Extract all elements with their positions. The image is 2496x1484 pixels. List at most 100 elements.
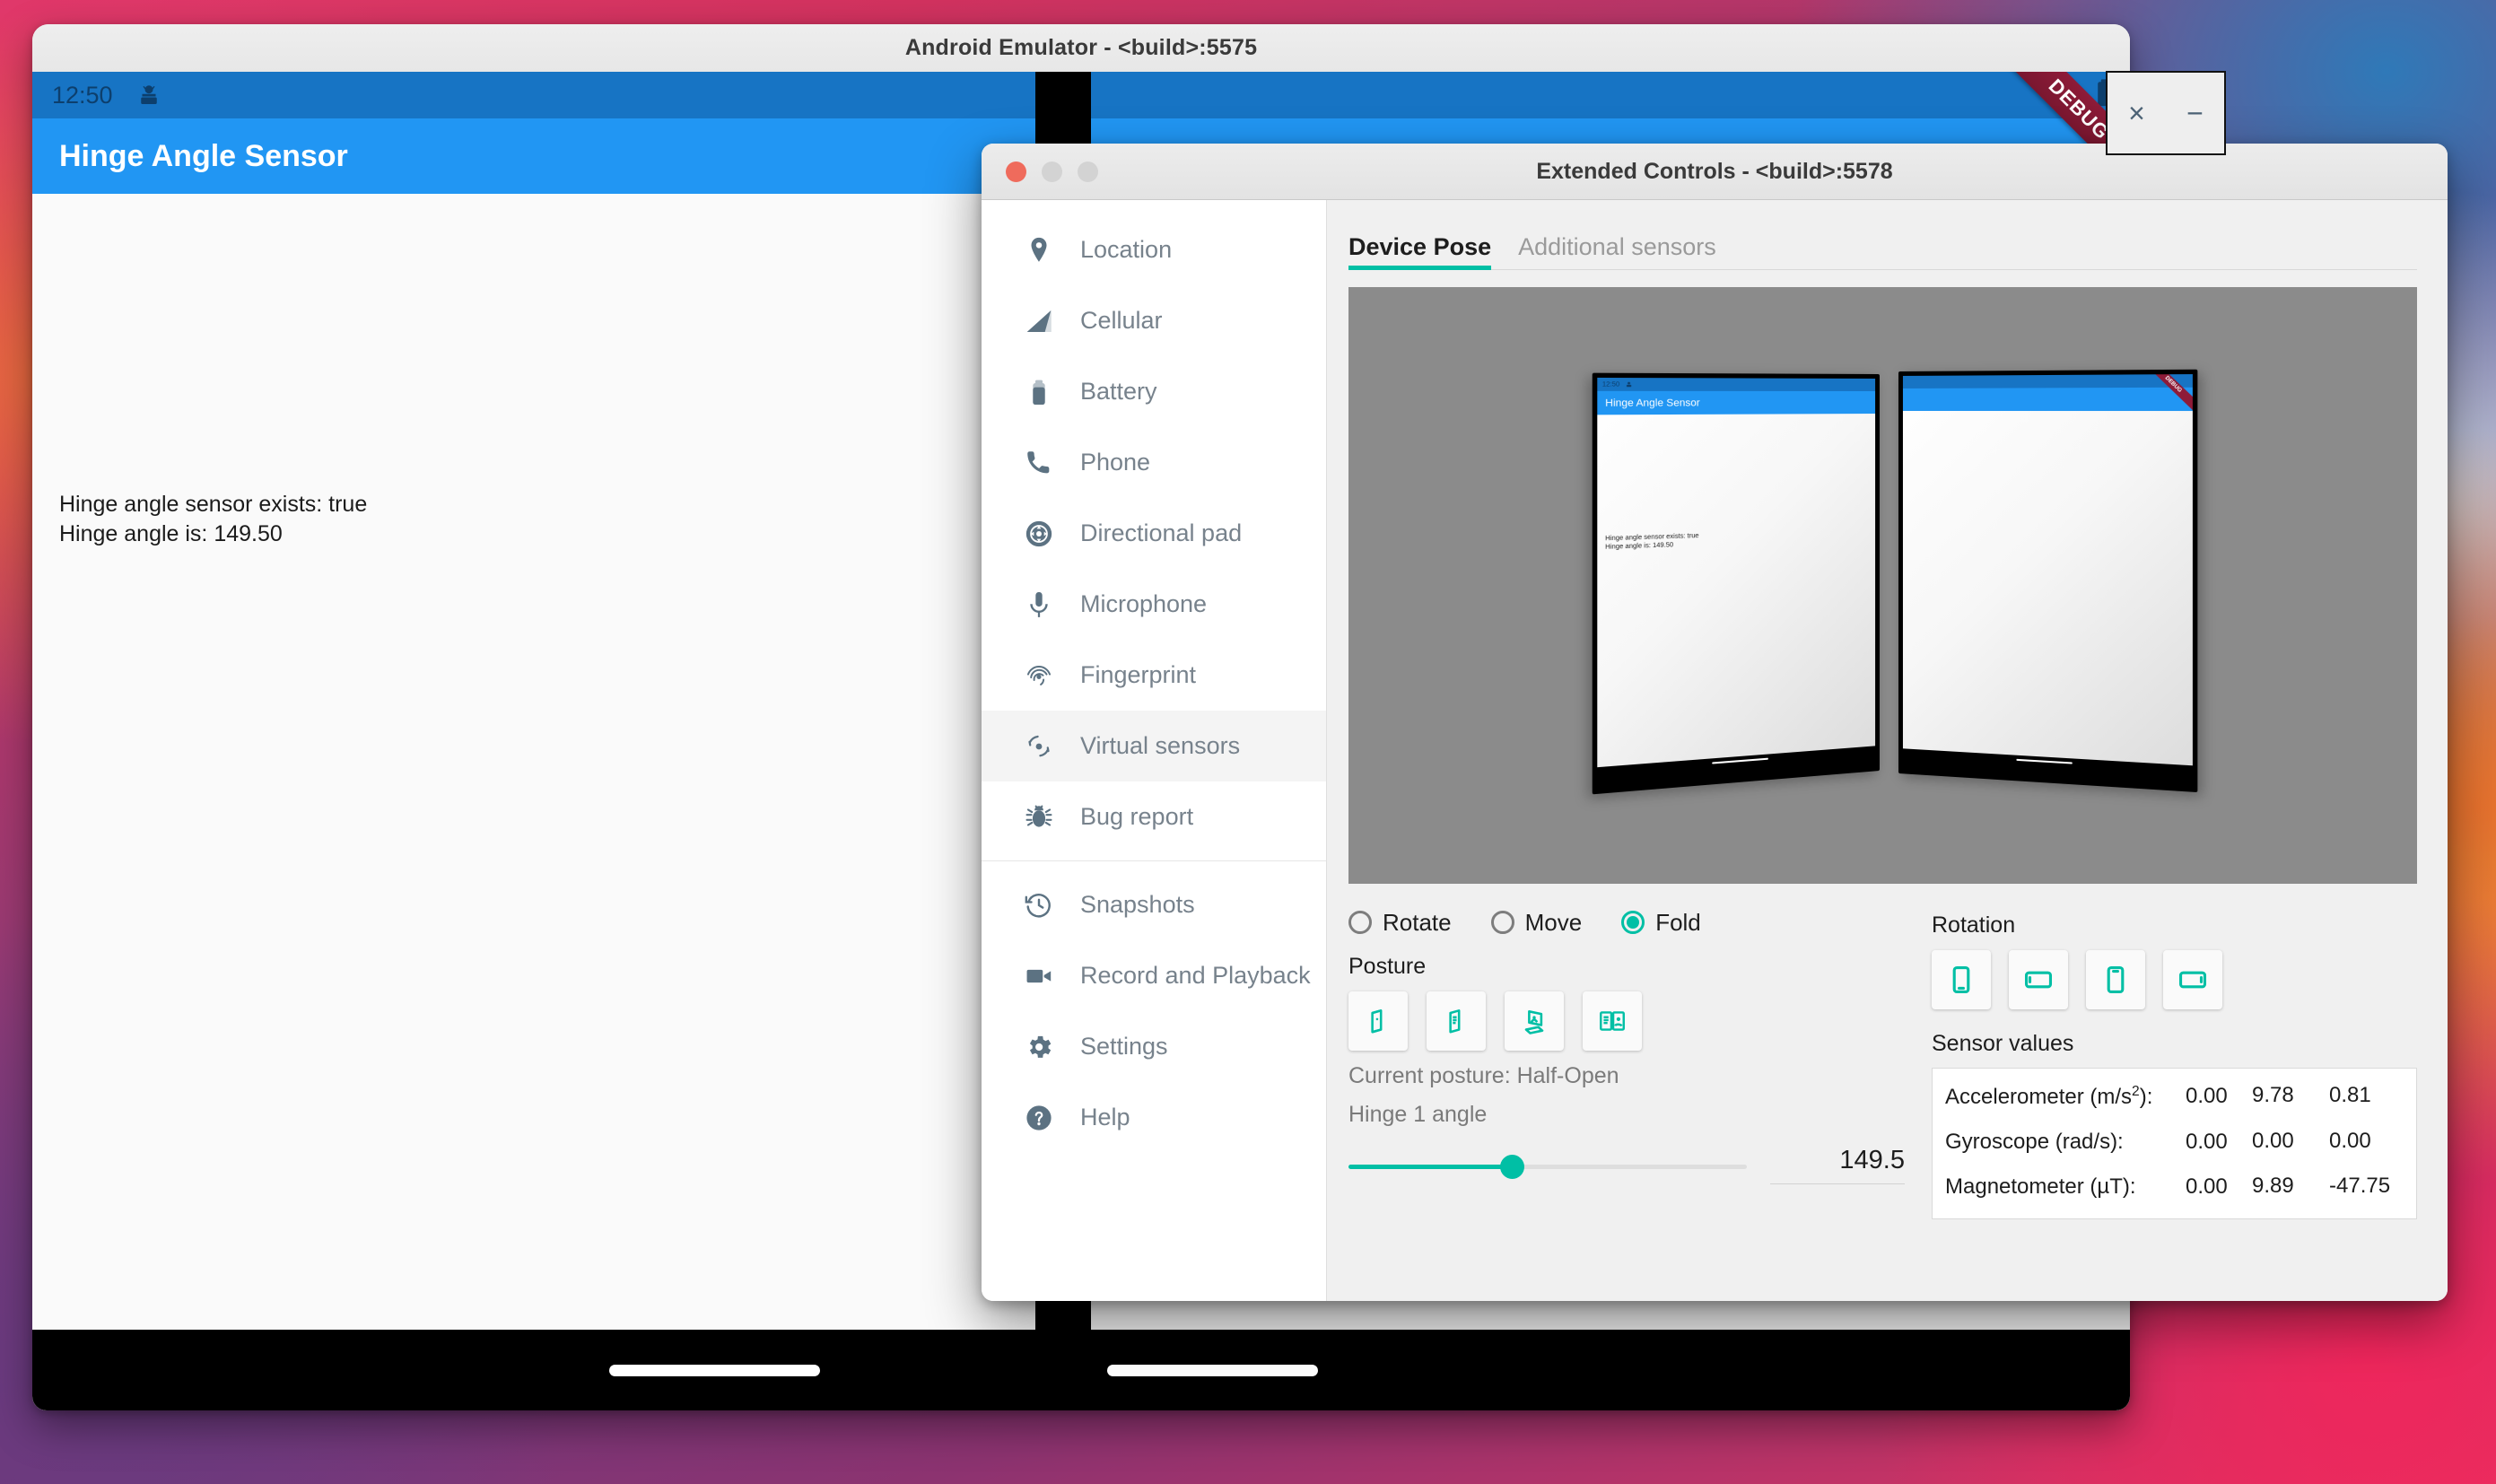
emulator-left-nav-bar[interactable]: [32, 1330, 1035, 1410]
preview-readout: Hinge angle sensor exists: true Hinge an…: [1605, 532, 1698, 553]
rotation-portrait-upside-button[interactable]: [2086, 950, 2145, 1009]
rotation-landscape-right-icon: [2177, 965, 2208, 995]
hinge-angle-control: 149.5: [1348, 1146, 1905, 1184]
slider-thumb[interactable]: [1500, 1155, 1525, 1179]
posture-flipped-icon: [1441, 1006, 1471, 1036]
posture-flipped-button[interactable]: [1427, 991, 1486, 1051]
traffic-light-buttons: [1006, 161, 1098, 182]
virtual-sensors-icon: [1021, 729, 1057, 764]
rotation-and-sensors-column: Rotation Sensor values Accelerometer (m/…: [1905, 902, 2417, 1219]
posture-open-button[interactable]: [1583, 991, 1642, 1051]
sidebar-item-settings[interactable]: Settings: [982, 1011, 1326, 1082]
sidebar-item-label: Bug report: [1080, 803, 1194, 830]
sidebar-item-location[interactable]: Location: [982, 214, 1326, 285]
sidebar-item-virtual-sensors[interactable]: Virtual sensors: [982, 711, 1326, 781]
rotation-portrait-button[interactable]: [1932, 950, 1991, 1009]
radio-rotate-circle: [1348, 911, 1372, 934]
sidebar-item-directional-pad[interactable]: Directional pad: [982, 498, 1326, 569]
minimize-window-button[interactable]: [1042, 161, 1062, 182]
extended-controls-window: Extended Controls - <build>:5578 Locatio…: [982, 144, 2448, 1301]
sensor-z-value: 0.00: [2329, 1129, 2371, 1153]
extended-controls-title: Extended Controls - <build>:5578: [1536, 158, 1893, 184]
radio-move-circle: [1490, 911, 1514, 934]
sidebar-item-record-and-playback[interactable]: Record and Playback: [982, 940, 1326, 1011]
bug-icon: [1021, 799, 1057, 835]
sidebar-item-label: Directional pad: [1080, 519, 1243, 546]
posture-open-icon: [1597, 1006, 1628, 1036]
close-icon[interactable]: ×: [2128, 99, 2145, 127]
sidebar-item-help[interactable]: Help: [982, 1082, 1326, 1153]
tab-bar: Device Pose Additional sensors: [1348, 220, 2417, 270]
tab-divider: [1348, 269, 2417, 270]
rotation-tile-row: [1932, 950, 2417, 1009]
radio-rotate[interactable]: Rotate: [1348, 909, 1452, 937]
folded-device-left-half: 12:50 Hinge Angle Sensor Hinge angle sen…: [1592, 372, 1880, 795]
sidebar-item-label: Cellular: [1080, 307, 1163, 334]
preview-line-2: Hinge angle is: 149.50: [1605, 542, 1674, 552]
table-row: Gyroscope (rad/s): 0.00 0.00 0.00: [1945, 1129, 2407, 1156]
nav-gesture-pill[interactable]: [609, 1364, 820, 1376]
sensor-values-table: Accelerometer (m/s2): 0.00 9.78 0.81 Gyr…: [1932, 1068, 2417, 1219]
minimize-icon[interactable]: −: [2186, 99, 2204, 127]
sensor-name: Accelerometer (m/s2):: [1945, 1084, 2153, 1109]
emulator-left-screen[interactable]: 12:50 Hinge Angle Sensor Hinge angle sen…: [32, 72, 1035, 1410]
sensor-name: Gyroscope (rad/s):: [1945, 1130, 2124, 1154]
radio-fold-circle: [1621, 911, 1645, 934]
sidebar-item-snapshots[interactable]: Snapshots: [982, 869, 1326, 940]
rotation-portrait-upside-icon: [2100, 965, 2131, 995]
radio-rotate-label: Rotate: [1383, 908, 1452, 936]
emulator-right-status-bar: [1091, 72, 2130, 118]
rotation-landscape-right-button[interactable]: [2163, 950, 2222, 1009]
sidebar-item-fingerprint[interactable]: Fingerprint: [982, 640, 1326, 711]
posture-closed-button[interactable]: [1348, 991, 1408, 1051]
hinge-angle-line: Hinge angle is: 149.50: [59, 520, 283, 546]
nav-gesture-pill-right[interactable]: [1107, 1364, 1318, 1376]
rotation-section-label: Rotation: [1932, 912, 2016, 938]
posture-tent-button[interactable]: [1505, 991, 1564, 1051]
posture-tile-row: [1348, 991, 1905, 1051]
sensor-x-value: 0.00: [2186, 1174, 2228, 1199]
sensor-z-value: 0.81: [2329, 1083, 2371, 1107]
preview-status-bar: 12:50: [1597, 377, 1876, 391]
tab-device-pose[interactable]: Device Pose: [1348, 233, 1492, 270]
current-posture-text: Current posture: Half-Open: [1348, 1063, 1619, 1088]
tab-additional-sensors[interactable]: Additional sensors: [1518, 233, 1716, 270]
microphone-icon: [1021, 587, 1057, 623]
radio-fold[interactable]: Fold: [1621, 909, 1701, 937]
question-mark-icon: [1021, 1100, 1057, 1136]
zoom-window-button[interactable]: [1078, 161, 1098, 182]
preview-right-app-bar: [1902, 387, 2193, 412]
slider-fill: [1348, 1165, 1513, 1169]
sidebar-item-label: Battery: [1080, 378, 1157, 405]
preview-clock: 12:50: [1601, 380, 1620, 388]
radio-move[interactable]: Move: [1490, 908, 1583, 937]
radio-move-label: Move: [1524, 908, 1583, 936]
preview-left-screen: 12:50 Hinge Angle Sensor Hinge angle sen…: [1597, 377, 1876, 777]
sensor-x-value: 0.00: [2186, 1130, 2228, 1154]
sidebar-item-microphone[interactable]: Microphone: [982, 569, 1326, 640]
sidebar-item-label: Record and Playback: [1080, 962, 1311, 989]
sidebar-item-label: Settings: [1080, 1033, 1168, 1060]
sensor-y-value: 9.89: [2252, 1174, 2294, 1198]
extended-controls-title-bar[interactable]: Extended Controls - <build>:5578: [982, 144, 2448, 200]
pose-controls: Rotate Move Fold Posture Current posture…: [1348, 902, 2417, 1219]
emulator-title-bar[interactable]: Android Emulator - <build>:5575: [32, 24, 2130, 73]
hinge-angle-slider[interactable]: [1348, 1148, 1747, 1184]
emulator-right-nav-bar[interactable]: [1091, 1330, 2130, 1410]
sensor-name: Magnetometer (µT):: [1945, 1174, 2136, 1199]
sidebar-item-phone[interactable]: Phone: [982, 427, 1326, 498]
sidebar-item-battery[interactable]: Battery: [982, 356, 1326, 427]
hinge-angle-field[interactable]: 149.5: [1770, 1146, 1905, 1184]
dpad-icon: [1021, 516, 1057, 552]
sidebar-item-cellular[interactable]: Cellular: [982, 285, 1326, 356]
preview-right-screen: DEBUG: [1902, 374, 2193, 775]
close-window-button[interactable]: [1006, 161, 1026, 182]
device-pose-preview[interactable]: 12:50 Hinge Angle Sensor Hinge angle sen…: [1348, 287, 2417, 884]
battery-icon: [1021, 374, 1057, 410]
sidebar-item-bug-report[interactable]: Bug report: [982, 781, 1326, 852]
fold-controls-column: Rotate Move Fold Posture Current posture…: [1348, 902, 1905, 1219]
rotation-landscape-left-button[interactable]: [2009, 950, 2068, 1009]
extended-controls-main: Location Cellular Battery Phone Directio…: [982, 200, 2448, 1301]
hinge-angle-label: Hinge 1 angle: [1348, 1102, 1488, 1127]
sidebar-item-label: Fingerprint: [1080, 661, 1197, 688]
